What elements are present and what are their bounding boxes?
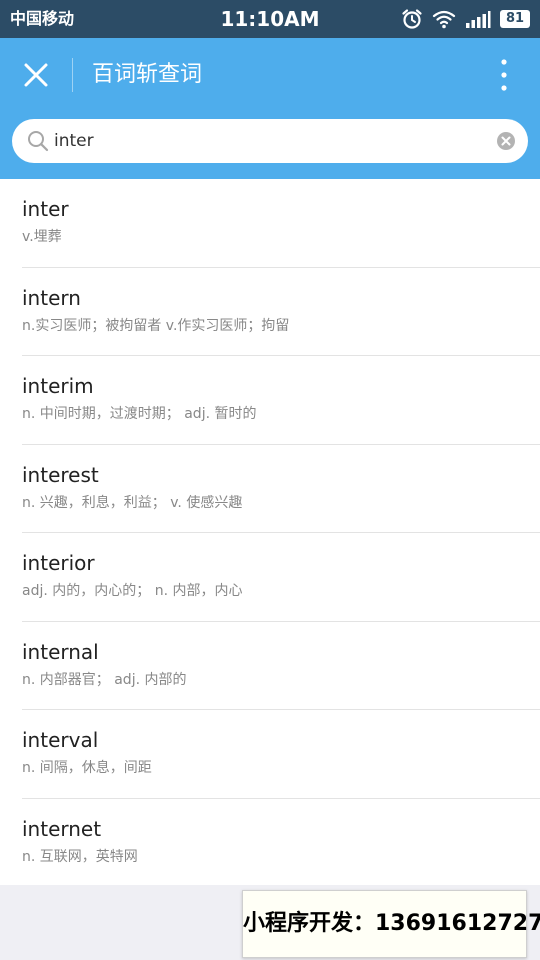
word-meaning: n. 内部器官； adj. 内部的 <box>22 671 187 688</box>
word-meaning: v.埋葬 <box>22 229 62 245</box>
battery-icon: 81 <box>500 10 530 28</box>
word-text: internet <box>22 816 102 841</box>
word-text: inter <box>22 197 69 221</box>
word-text: interior <box>22 551 95 575</box>
list-item[interactable]: interval n. 间隔，休息，间距 <box>0 710 540 799</box>
list-item[interactable]: intern n.实习医师；被拘留者 v.作实习医师；拘留 <box>0 268 540 357</box>
page-title: 百词斩查词 <box>92 62 203 87</box>
word-text: interval <box>22 728 99 752</box>
list-item[interactable]: interim n. 中间时期，过渡时期； adj. 暂时的 <box>0 356 540 445</box>
word-meaning: n. 中间时期，过渡时期； adj. 暂时的 <box>22 406 257 422</box>
word-text: internal <box>22 639 99 664</box>
search-area <box>0 112 540 179</box>
more-button[interactable] <box>486 54 522 96</box>
status-bar: 中国移动 11:10AM 81 <box>0 0 540 38</box>
results-list: inter v.埋葬 intern n.实习医师；被拘留者 v.作实习医师；拘留… <box>0 179 540 885</box>
close-icon <box>24 63 48 87</box>
alarm-icon <box>401 8 423 30</box>
nav-divider <box>72 58 73 92</box>
close-button[interactable] <box>14 53 58 97</box>
search-icon <box>26 129 50 153</box>
word-meaning: n. 兴趣，利息，利益； v. 使感兴趣 <box>22 494 243 511</box>
list-item[interactable]: inter v.埋葬 <box>0 179 540 268</box>
search-input[interactable] <box>54 126 484 156</box>
list-item[interactable]: interest n. 兴趣，利息，利益； v. 使感兴趣 <box>0 445 540 534</box>
list-item[interactable]: interior adj. 内的，内心的； n. 内部，内心 <box>0 533 540 622</box>
list-item[interactable]: internal n. 内部器官； adj. 内部的 <box>0 622 540 711</box>
list-item[interactable]: internet n. 互联网，英特网 <box>0 799 540 888</box>
status-icons: 81 <box>401 8 530 30</box>
wifi-icon <box>432 9 456 29</box>
clear-icon[interactable] <box>496 131 516 151</box>
word-text: interest <box>22 462 99 487</box>
word-meaning: n. 间隔，休息，间距 <box>22 760 152 776</box>
word-meaning: adj. 内的，内心的； n. 内部，内心 <box>22 583 243 599</box>
word-text: interim <box>22 374 94 398</box>
word-meaning: n. 互联网，英特网 <box>22 848 138 865</box>
search-box[interactable] <box>12 119 528 163</box>
nav-bar: 百词斩查词 <box>0 38 540 112</box>
more-vertical-icon <box>501 59 507 91</box>
word-text: intern <box>22 285 81 310</box>
word-meaning: n.实习医师；被拘留者 v.作实习医师；拘留 <box>22 317 290 334</box>
contact-badge: 小程序开发：13691612727 <box>242 890 540 958</box>
signal-icon <box>465 10 491 28</box>
